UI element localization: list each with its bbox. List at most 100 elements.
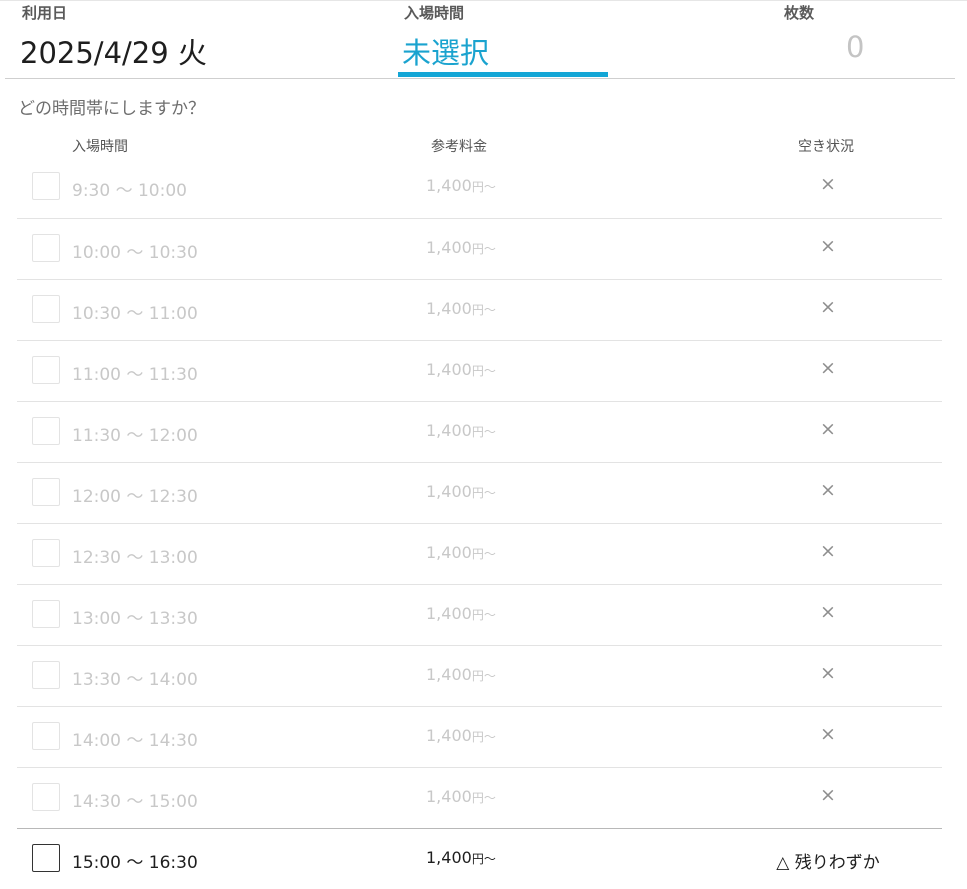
price-unit: 円～ <box>471 608 496 622</box>
price-amount: 1,400 <box>426 360 472 379</box>
time-slot-row[interactable]: 15:00 ～ 16:30 1,400円～ △ 残りわずか <box>17 828 942 889</box>
time-slot-price: 1,400円～ <box>426 299 496 318</box>
time-slot-range: 13:00 ～ 13:30 <box>72 609 198 629</box>
time-slot-range: 14:30 ～ 15:00 <box>72 792 198 812</box>
time-slot-price: 1,400円～ <box>426 238 496 257</box>
time-slot-checkbox <box>32 417 60 445</box>
price-unit: 円～ <box>471 486 496 500</box>
time-slot-checkbox <box>32 722 60 750</box>
price-amount: 1,400 <box>426 665 472 684</box>
time-slot-price: 1,400円～ <box>426 176 496 195</box>
price-amount: 1,400 <box>426 421 472 440</box>
time-slot-row: 13:00 ～ 13:30 1,400円～ × <box>17 584 942 645</box>
header-divider <box>5 78 955 79</box>
price-unit: 円～ <box>471 852 496 866</box>
date-label: 利用日 <box>22 4 68 22</box>
time-slot-row: 14:00 ～ 14:30 1,400円～ × <box>17 706 942 767</box>
price-amount: 1,400 <box>426 238 472 257</box>
availability-few-left: △ 残りわずか <box>776 853 880 873</box>
time-slot-range: 10:30 ～ 11:00 <box>72 304 198 324</box>
time-slot-list: 9:30 ～ 10:00 1,400円～ × 10:00 ～ 10:30 1,400円～… <box>17 157 942 889</box>
time-slot-price: 1,400円～ <box>426 848 496 867</box>
price-unit: 円～ <box>471 791 496 805</box>
price-unit: 円～ <box>471 180 496 194</box>
column-header-availability: 空き状況 <box>798 139 854 155</box>
time-slot-row: 12:30 ～ 13:00 1,400円～ × <box>17 523 942 584</box>
sold-out-icon: × <box>820 723 836 745</box>
time-slot-range: 10:00 ～ 10:30 <box>72 243 198 263</box>
price-unit: 円～ <box>471 669 496 683</box>
time-slot-checkbox[interactable] <box>32 844 60 872</box>
ticket-count-value: 0 <box>846 30 865 64</box>
sold-out-icon: × <box>820 479 836 501</box>
time-slot-price: 1,400円～ <box>426 421 496 440</box>
price-amount: 1,400 <box>426 543 472 562</box>
price-unit: 円～ <box>471 242 496 256</box>
time-slot-price: 1,400円～ <box>426 787 496 806</box>
time-question: どの時間帯にしますか？ <box>18 99 205 119</box>
ticket-count-selector[interactable]: 枚数 0 <box>608 0 967 79</box>
time-slot-row: 9:30 ～ 10:00 1,400円～ × <box>17 157 942 218</box>
selection-header: 利用日 2025/4/29 火 入場時間 未選択 枚数 0 <box>0 0 967 79</box>
price-amount: 1,400 <box>426 482 472 501</box>
entry-time-label: 入場時間 <box>404 4 465 22</box>
price-amount: 1,400 <box>426 604 472 623</box>
time-slot-row: 10:30 ～ 11:00 1,400円～ × <box>17 279 942 340</box>
time-slot-checkbox <box>32 661 60 689</box>
time-slot-checkbox <box>32 234 60 262</box>
sold-out-icon: × <box>820 601 836 623</box>
time-slot-checkbox <box>32 539 60 567</box>
entry-time-value: 未選択 <box>402 36 490 70</box>
price-unit: 円～ <box>471 425 496 439</box>
time-slot-range: 12:00 ～ 12:30 <box>72 487 198 507</box>
time-slot-range: 15:00 ～ 16:30 <box>72 853 198 873</box>
sold-out-icon: × <box>820 418 836 440</box>
column-header-time: 入場時間 <box>72 139 128 155</box>
price-amount: 1,400 <box>426 299 472 318</box>
time-slot-row: 11:30 ～ 12:00 1,400円～ × <box>17 401 942 462</box>
date-value: 2025/4/29 火 <box>20 36 207 70</box>
time-slot-range: 11:30 ～ 12:00 <box>72 426 198 446</box>
sold-out-icon: × <box>820 784 836 806</box>
time-slot-row: 10:00 ～ 10:30 1,400円～ × <box>17 218 942 279</box>
time-slot-range: 14:00 ～ 14:30 <box>72 731 198 751</box>
sold-out-icon: × <box>820 235 836 257</box>
time-slot-price: 1,400円～ <box>426 543 496 562</box>
time-slot-range: 9:30 ～ 10:00 <box>72 181 187 201</box>
price-amount: 1,400 <box>426 726 472 745</box>
time-slot-range: 12:30 ～ 13:00 <box>72 548 198 568</box>
price-unit: 円～ <box>471 303 496 317</box>
price-unit: 円～ <box>471 547 496 561</box>
time-slot-price: 1,400円～ <box>426 665 496 684</box>
time-slot-price: 1,400円～ <box>426 360 496 379</box>
time-slot-checkbox <box>32 600 60 628</box>
time-slot-price: 1,400円～ <box>426 604 496 623</box>
time-slot-range: 11:00 ～ 11:30 <box>72 365 198 385</box>
sold-out-icon: × <box>820 357 836 379</box>
sold-out-icon: × <box>820 662 836 684</box>
time-slot-row: 11:00 ～ 11:30 1,400円～ × <box>17 340 942 401</box>
time-slot-range: 13:30 ～ 14:00 <box>72 670 198 690</box>
ticket-count-label: 枚数 <box>784 4 815 22</box>
sold-out-icon: × <box>820 540 836 562</box>
price-amount: 1,400 <box>426 787 472 806</box>
entry-time-selector[interactable]: 入場時間 未選択 <box>398 0 608 79</box>
sold-out-icon: × <box>820 296 836 318</box>
price-amount: 1,400 <box>426 848 472 867</box>
time-slot-checkbox <box>32 172 60 200</box>
time-slot-row: 12:00 ～ 12:30 1,400円～ × <box>17 462 942 523</box>
price-unit: 円～ <box>471 364 496 378</box>
date-selector[interactable]: 利用日 2025/4/29 火 <box>0 0 398 79</box>
time-slot-checkbox <box>32 783 60 811</box>
time-slot-row: 14:30 ～ 15:00 1,400円～ × <box>17 767 942 828</box>
sold-out-icon: × <box>820 173 836 195</box>
active-step-indicator <box>398 72 608 77</box>
time-slot-price: 1,400円～ <box>426 726 496 745</box>
column-header-price: 参考料金 <box>431 139 487 155</box>
time-slot-checkbox <box>32 478 60 506</box>
time-slot-checkbox <box>32 356 60 384</box>
time-slot-row: 13:30 ～ 14:00 1,400円～ × <box>17 645 942 706</box>
time-slot-price: 1,400円～ <box>426 482 496 501</box>
price-unit: 円～ <box>471 730 496 744</box>
time-slot-checkbox <box>32 295 60 323</box>
